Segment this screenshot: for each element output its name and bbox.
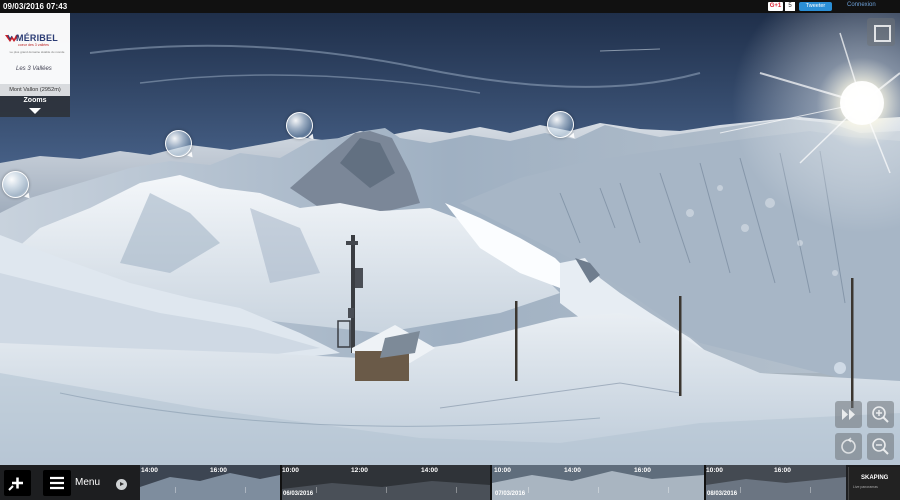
timeline-tick (810, 487, 811, 493)
timeline-tick (456, 487, 457, 493)
timeline-time[interactable]: 16:00 (774, 467, 791, 474)
hotspot-bubble[interactable] (2, 171, 29, 198)
play-icon[interactable] (116, 479, 127, 490)
rotate-button[interactable] (835, 433, 862, 460)
timeline-tick (528, 487, 529, 493)
timeline-time[interactable]: 16:00 (210, 467, 227, 474)
history-timeline[interactable]: 14:00 16:00 10:00 06/03/2016 12:00 14:00… (140, 465, 846, 500)
timeline-date: 08/03/2016 (707, 491, 738, 497)
partner-logo: Les 3 Vallées (16, 66, 52, 72)
top-bar: 09/03/2016 07:43 G+1 5 Tweeter Connexion (0, 0, 900, 13)
timeline-time[interactable]: 10:00 (706, 467, 723, 474)
timeline-tick (668, 487, 669, 493)
zoom-in-icon (872, 406, 889, 423)
timeline-thumbnail[interactable] (282, 465, 490, 500)
timeline-tick (386, 487, 387, 493)
hotspot-bubble[interactable] (547, 111, 574, 138)
timeline-time[interactable]: 14:00 (141, 467, 158, 474)
timeline-time[interactable]: 14:00 (564, 467, 581, 474)
timeline-tick (175, 487, 176, 493)
camera-name: Mont Vallon (2952m) (0, 84, 70, 96)
timeline-time[interactable]: 10:00 (282, 467, 299, 474)
zooms-toggle[interactable]: Zooms (0, 96, 70, 117)
timeline-tick (740, 487, 741, 493)
google-plus-button[interactable]: G+1 (768, 2, 783, 11)
hotspot-bubble[interactable] (165, 130, 192, 157)
menu-label[interactable]: Menu (75, 477, 100, 488)
add-place-icon (8, 477, 23, 491)
timeline-time[interactable]: 12:00 (351, 467, 368, 474)
zoom-in-button[interactable] (867, 401, 894, 428)
provider-brand: SKAPING (861, 475, 889, 481)
rotate-icon (841, 437, 856, 454)
provider-logo[interactable]: SKAPING Live panoramas (848, 467, 900, 500)
resort-panel: MÉRIBEL coeur des 3 vallées Le plus gran… (0, 13, 70, 117)
fast-forward-icon (842, 409, 855, 420)
timeline-date: 06/03/2016 (283, 491, 314, 497)
zoom-out-button[interactable] (867, 433, 894, 460)
zoom-out-icon (872, 438, 889, 455)
resort-subtext: Le plus grand domaine skiable du monde (9, 50, 65, 54)
add-place-button[interactable] (4, 470, 31, 496)
mountain-panorama (0, 13, 900, 465)
fast-forward-button[interactable] (835, 401, 862, 428)
resort-logo[interactable]: MÉRIBEL coeur des 3 vallées Le plus gran… (0, 13, 70, 84)
chevron-down-icon (29, 108, 41, 114)
webcam-viewer: 09/03/2016 07:43 G+1 5 Tweeter Connexion (0, 0, 900, 500)
menu-icon (50, 476, 64, 490)
bottom-toolbar: Menu 14:00 16:00 10:00 06/03/2016 12:00 … (0, 465, 900, 500)
timeline-date: 07/03/2016 (495, 491, 526, 497)
zooms-label: Zooms (23, 97, 47, 104)
resort-brand: MÉRIBEL (16, 33, 58, 43)
day-separator (490, 465, 492, 500)
provider-subtext: Live panoramas (853, 485, 878, 489)
timeline-tick (245, 487, 246, 493)
timeline-time[interactable]: 14:00 (421, 467, 438, 474)
timeline-time[interactable]: 16:00 (634, 467, 651, 474)
menu-button[interactable] (43, 470, 71, 496)
google-plus-count: 5 (785, 2, 795, 11)
login-link[interactable]: Connexion (847, 0, 876, 10)
timeline-time[interactable]: 10:00 (494, 467, 511, 474)
capture-datetime: 09/03/2016 07:43 (3, 2, 68, 11)
panorama-image[interactable] (0, 13, 900, 465)
timeline-tick (316, 487, 317, 493)
fullscreen-icon[interactable] (867, 18, 895, 46)
tweet-button[interactable]: Tweeter (799, 2, 832, 11)
hotspot-bubble[interactable] (286, 112, 313, 139)
resort-tagline: coeur des 3 vallées (18, 43, 49, 47)
timeline-tick (598, 487, 599, 493)
